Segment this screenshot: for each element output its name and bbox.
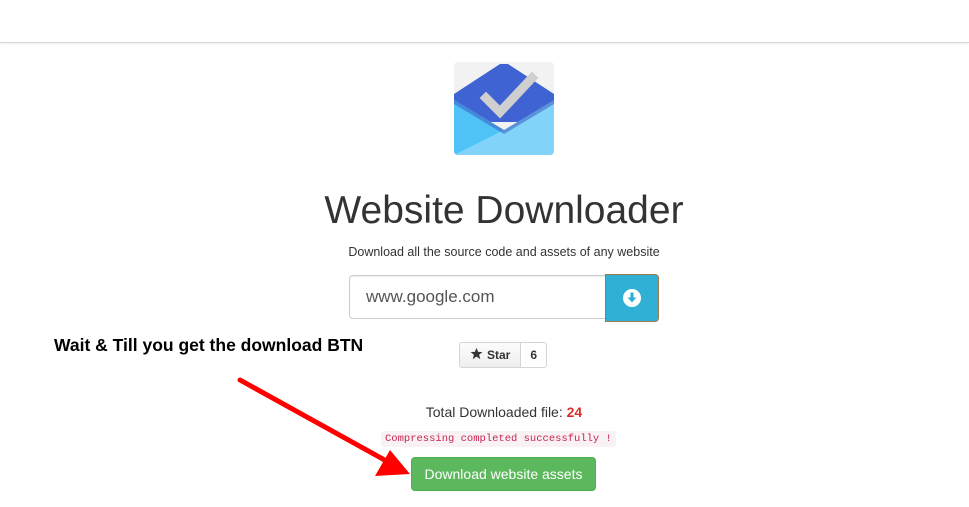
total-downloaded: Total Downloaded file: 24 [0,404,969,420]
star-count[interactable]: 6 [521,342,548,368]
page-title: Website Downloader [324,189,684,232]
total-downloaded-count: 24 [566,404,583,420]
total-downloaded-label: Total Downloaded file: [425,404,567,420]
status-message: Compressing completed successfully ! [381,431,616,447]
download-circle-icon [622,288,642,308]
github-star-widget: Star 6 [459,342,548,370]
inbox-logo-icon [454,62,554,155]
instruction-note: Wait & Till you get the download BTN [54,335,364,355]
top-navbar [0,0,969,43]
download-submit-button[interactable] [605,274,659,322]
star-label: Star [487,348,511,362]
download-assets-button[interactable]: Download website assets [411,457,596,491]
url-input[interactable] [349,275,606,319]
page-subtitle: Download all the source code and assets … [348,245,660,259]
github-star-button[interactable]: Star [459,342,522,368]
red-arrow-annotation [237,377,410,476]
star-icon [470,347,483,363]
